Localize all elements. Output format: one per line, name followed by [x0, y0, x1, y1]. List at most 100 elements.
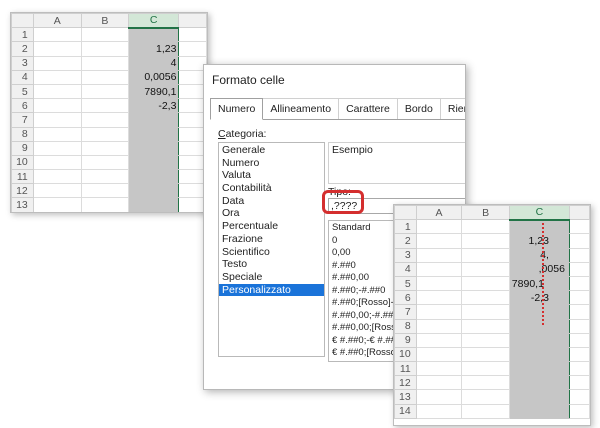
- cell[interactable]: [415, 318, 463, 334]
- cell[interactable]: [32, 140, 82, 156]
- cell[interactable]: [80, 154, 129, 171]
- cell[interactable]: [415, 403, 463, 419]
- category-list[interactable]: Generale Numero Valuta Contabilità Data Ora Pe…: [218, 142, 325, 357]
- cell-c[interactable]: 1,23: [508, 233, 570, 249]
- row-header[interactable]: 2: [394, 233, 417, 249]
- cell[interactable]: [568, 332, 590, 348]
- cell[interactable]: [415, 389, 463, 405]
- cell[interactable]: [32, 126, 82, 142]
- cell-c[interactable]: [127, 154, 180, 171]
- cell[interactable]: [32, 69, 82, 85]
- cell[interactable]: [461, 219, 510, 235]
- category-item[interactable]: Testo: [219, 258, 324, 271]
- cell[interactable]: [415, 375, 463, 391]
- tab-allineamento[interactable]: Allineamento: [263, 98, 340, 120]
- row-header[interactable]: 3: [11, 55, 34, 71]
- cell-c[interactable]: [127, 197, 180, 212]
- cell[interactable]: [415, 290, 463, 306]
- cell-c[interactable]: -2,3: [508, 290, 570, 306]
- row-header[interactable]: 4: [11, 69, 34, 85]
- cell[interactable]: [32, 112, 82, 128]
- cell[interactable]: [461, 304, 510, 320]
- cell[interactable]: [32, 55, 82, 71]
- tab-numero[interactable]: Numero: [210, 98, 264, 120]
- cell[interactable]: [568, 233, 590, 249]
- cell[interactable]: [461, 389, 510, 405]
- cell[interactable]: [461, 346, 510, 363]
- cell[interactable]: [415, 304, 463, 320]
- cell[interactable]: [461, 403, 510, 419]
- category-item[interactable]: Personalizzato: [219, 283, 324, 297]
- cell-c[interactable]: 7890,1: [127, 83, 180, 100]
- cell[interactable]: [32, 83, 82, 100]
- cell[interactable]: [568, 389, 590, 405]
- row-header[interactable]: 11: [11, 169, 34, 185]
- cell-c[interactable]: [127, 126, 180, 142]
- cell[interactable]: [461, 332, 510, 348]
- cell[interactable]: [461, 247, 510, 263]
- cell[interactable]: [415, 332, 463, 348]
- cell[interactable]: [80, 140, 129, 156]
- cell-c[interactable]: [508, 403, 570, 419]
- cell[interactable]: [568, 304, 590, 320]
- tab-riempimento[interactable]: Riempime: [440, 98, 465, 120]
- cell[interactable]: [461, 361, 510, 377]
- cell[interactable]: [32, 27, 82, 43]
- cell[interactable]: [80, 27, 129, 43]
- row-header[interactable]: 8: [394, 318, 417, 334]
- cell[interactable]: [568, 318, 590, 334]
- row-header[interactable]: 10: [394, 346, 417, 363]
- cell-c[interactable]: [127, 140, 180, 156]
- cell[interactable]: [415, 233, 463, 249]
- cell[interactable]: [80, 41, 129, 57]
- cell-c[interactable]: [127, 169, 180, 185]
- category-item[interactable]: Frazione: [219, 233, 324, 246]
- cell[interactable]: [461, 275, 510, 292]
- category-item[interactable]: Ora: [219, 207, 324, 220]
- cell[interactable]: [568, 403, 590, 419]
- column-header-c[interactable]: C: [508, 205, 570, 221]
- cell-c[interactable]: [127, 183, 180, 199]
- cell-c[interactable]: [508, 375, 570, 391]
- category-item[interactable]: Valuta: [219, 169, 324, 182]
- row-header[interactable]: 5: [11, 83, 34, 100]
- cell[interactable]: [415, 219, 463, 235]
- row-header[interactable]: 9: [394, 332, 417, 348]
- cell[interactable]: [80, 112, 129, 128]
- column-header-b[interactable]: B: [80, 13, 129, 29]
- row-header[interactable]: 5: [394, 275, 417, 292]
- cell-c[interactable]: 4,: [508, 247, 570, 263]
- column-header-a[interactable]: A: [32, 13, 82, 29]
- cell-c[interactable]: 0,0056: [127, 69, 180, 85]
- cell[interactable]: [32, 197, 82, 212]
- row-header[interactable]: 11: [394, 361, 417, 377]
- category-item[interactable]: Contabilità: [219, 182, 324, 195]
- cell[interactable]: [568, 375, 590, 391]
- cell-c[interactable]: [508, 304, 570, 320]
- row-header[interactable]: 4: [394, 261, 417, 277]
- row-header[interactable]: 13: [394, 389, 417, 405]
- cell[interactable]: [461, 261, 510, 277]
- cell-c[interactable]: [508, 389, 570, 405]
- cell[interactable]: [415, 346, 463, 363]
- category-item[interactable]: Generale: [219, 144, 324, 157]
- column-header-b[interactable]: B: [461, 205, 510, 221]
- tab-bordo[interactable]: Bordo: [397, 98, 441, 120]
- cell[interactable]: [568, 261, 590, 277]
- select-all-corner[interactable]: [11, 13, 34, 29]
- cell[interactable]: [461, 318, 510, 334]
- cell-c[interactable]: [508, 332, 570, 348]
- cell[interactable]: [80, 126, 129, 142]
- cell-c[interactable]: [127, 27, 180, 43]
- cell[interactable]: [568, 346, 590, 363]
- category-item[interactable]: Speciale: [219, 271, 324, 284]
- row-header[interactable]: 1: [394, 219, 417, 235]
- cell-c[interactable]: 4: [127, 55, 180, 71]
- cell[interactable]: [80, 183, 129, 199]
- cell[interactable]: [415, 247, 463, 263]
- row-header[interactable]: 2: [11, 41, 34, 57]
- row-header[interactable]: 3: [394, 247, 417, 263]
- cell[interactable]: [178, 27, 207, 43]
- category-item[interactable]: Data: [219, 195, 324, 208]
- tab-carattere[interactable]: Carattere: [339, 98, 398, 120]
